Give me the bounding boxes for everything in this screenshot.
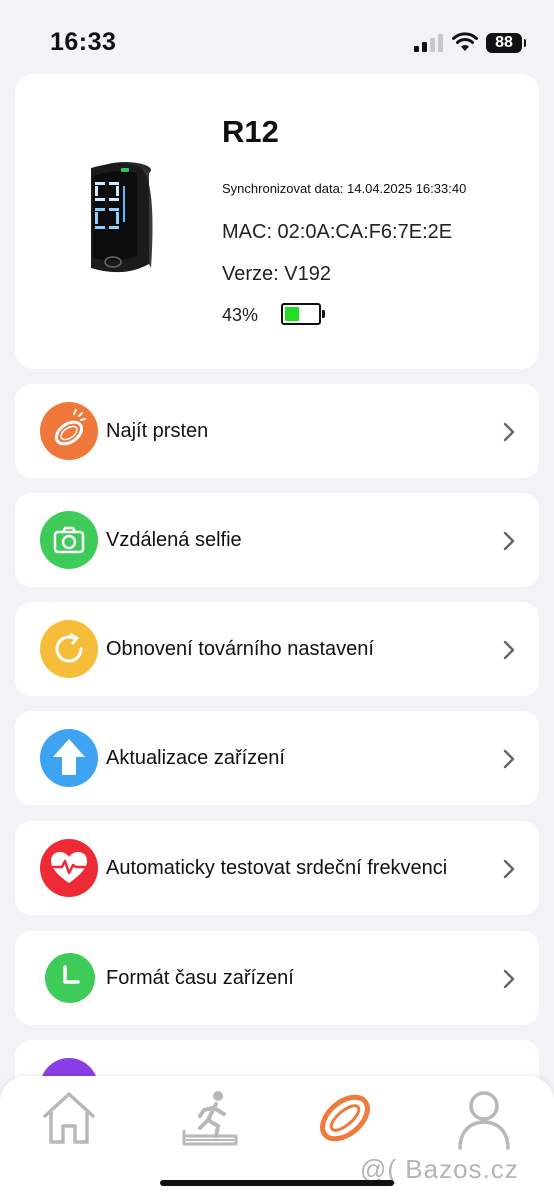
home-icon[interactable] — [37, 1086, 101, 1150]
sync-timestamp: Synchronizovat data: 14.04.2025 16:33:40 — [222, 181, 467, 196]
profile-icon[interactable] — [452, 1086, 516, 1150]
refresh-icon — [40, 620, 98, 678]
ring-device-image — [91, 162, 153, 273]
menu-item-find-ring[interactable]: Najít prsten — [15, 384, 539, 478]
ring-icon[interactable] — [313, 1086, 377, 1150]
device-name: R12 — [222, 114, 279, 149]
menu-label: Formát času zařízení — [106, 967, 294, 989]
chevron-right-icon — [503, 969, 515, 989]
status-battery: 88 — [486, 33, 526, 53]
menu-label: Najít prsten — [106, 420, 209, 442]
menu-label: Automaticky testovat srdeční frekvenci — [106, 857, 448, 879]
device-card: R12 Synchronizovat data: 14.04.2025 16:3… — [15, 74, 539, 369]
firmware-version: Verze: V192 — [222, 263, 331, 285]
chevron-right-icon — [503, 640, 515, 660]
mac-address: MAC: 02:0A:CA:F6:7E:2E — [222, 221, 453, 243]
clock-icon — [45, 953, 95, 1003]
upload-arrow-icon — [40, 729, 98, 787]
menu-item-factory-reset[interactable]: Obnovení továrního nastavení — [15, 602, 539, 696]
wifi-icon — [452, 32, 478, 51]
ring-search-icon — [40, 402, 98, 460]
status-bar: 16:33 88 — [0, 0, 554, 70]
treadmill-icon[interactable] — [178, 1086, 242, 1150]
device-battery-icon — [281, 303, 325, 325]
camera-icon — [40, 511, 98, 569]
status-time: 16:33 — [50, 28, 117, 56]
menu-item-auto-heart-rate[interactable]: Automaticky testovat srdeční frekvenci — [15, 821, 539, 915]
chevron-right-icon — [503, 422, 515, 442]
menu-label: Obnovení továrního nastavení — [106, 638, 374, 660]
chevron-right-icon — [503, 531, 515, 551]
menu-item-device-update[interactable]: Aktualizace zařízení — [15, 711, 539, 805]
menu-label: Aktualizace zařízení — [106, 747, 285, 769]
home-indicator[interactable] — [160, 1180, 394, 1186]
heart-rate-icon — [40, 839, 98, 897]
chevron-right-icon — [503, 859, 515, 879]
cellular-signal-icon — [414, 34, 443, 52]
device-battery-percent: 43% — [222, 305, 259, 325]
menu-label: Vzdálená selfie — [106, 529, 242, 551]
device-battery-fill — [285, 307, 299, 321]
chevron-right-icon — [503, 749, 515, 769]
menu-item-remote-selfie[interactable]: Vzdálená selfie — [15, 493, 539, 587]
menu-item-time-format[interactable]: Formát času zařízení — [15, 931, 539, 1025]
